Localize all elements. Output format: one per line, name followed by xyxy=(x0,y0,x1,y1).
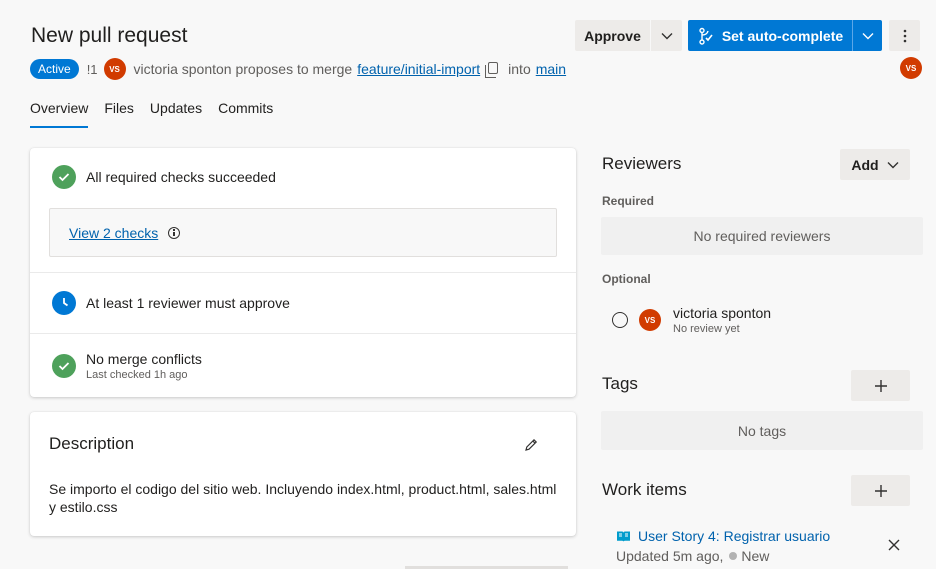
edit-pencil-icon[interactable] xyxy=(523,437,539,453)
tab-files[interactable]: Files xyxy=(104,100,134,126)
reviewer-item: VS victoria sponton No review yet xyxy=(612,305,771,335)
success-check-icon xyxy=(52,165,76,189)
avatar[interactable]: VS xyxy=(639,309,661,331)
merge-conflicts-row: No merge conflicts Last checked 1h ago xyxy=(30,351,576,381)
copy-icon[interactable] xyxy=(485,62,499,78)
reviewer-policy-row: At least 1 reviewer must approve xyxy=(30,291,576,315)
status-checks-card: All required checks succeeded View 2 che… xyxy=(30,148,576,397)
description-card: Description Se importo el codigo del sit… xyxy=(30,412,576,536)
tab-commits[interactable]: Commits xyxy=(218,100,273,126)
work-item-title: User Story 4: Registrar usuario xyxy=(638,528,831,544)
set-autocomplete-button[interactable]: Set auto-complete xyxy=(688,27,852,45)
review-status-radio xyxy=(612,312,628,328)
last-checked-text: Last checked 1h ago xyxy=(86,369,188,381)
approve-button[interactable]: Approve xyxy=(575,28,650,44)
chevron-down-icon xyxy=(661,32,672,39)
tags-box: No tags xyxy=(601,411,923,450)
work-items-title: Work items xyxy=(602,480,687,499)
required-reviewers-box: No required reviewers xyxy=(601,217,923,255)
tab-bar: Overview Files Updates Commits xyxy=(30,100,289,128)
close-icon xyxy=(888,539,900,551)
work-item-state: New xyxy=(741,548,770,564)
reviewer-policy-text: At least 1 reviewer must approve xyxy=(86,295,290,311)
add-reviewer-button[interactable]: Add xyxy=(840,149,910,180)
work-item-updated: Updated 5m ago, xyxy=(616,548,724,564)
work-item-meta: Updated 5m ago, New xyxy=(616,548,830,564)
work-item-link[interactable]: User Story 4: Registrar usuario xyxy=(616,528,830,544)
pr-subline: Active !1 VS victoria sponton proposes t… xyxy=(30,57,566,81)
description-title: Description xyxy=(49,434,135,453)
autocomplete-options-button[interactable] xyxy=(853,32,882,40)
reviewers-title: Reviewers xyxy=(602,154,682,173)
proposal-text: victoria sponton proposes to merge xyxy=(133,61,353,77)
tab-overview[interactable]: Overview xyxy=(30,100,89,128)
autocomplete-icon xyxy=(699,27,713,45)
view-checks-link[interactable]: View 2 checks xyxy=(69,225,158,241)
add-tag-button[interactable] xyxy=(851,370,910,401)
user-story-icon xyxy=(617,531,630,542)
chevron-down-icon xyxy=(887,161,899,168)
required-checks-row: All required checks succeeded xyxy=(30,165,576,189)
divider xyxy=(30,272,576,273)
target-branch-link[interactable]: main xyxy=(536,61,566,77)
remove-work-item-button[interactable] xyxy=(886,537,902,558)
reviewer-name[interactable]: victoria sponton xyxy=(673,305,771,321)
chevron-down-icon xyxy=(862,32,873,39)
merge-conflicts-text: No merge conflicts xyxy=(86,351,202,367)
more-vertical-icon xyxy=(903,29,906,42)
status-badge: Active xyxy=(30,59,79,79)
approve-options-button[interactable] xyxy=(651,32,682,40)
approve-button-group: Approve xyxy=(575,20,682,51)
add-reviewer-label: Add xyxy=(851,156,879,173)
tab-updates[interactable]: Updates xyxy=(150,100,202,126)
plus-icon xyxy=(874,484,887,497)
pr-id: !1 xyxy=(86,61,98,77)
success-check-icon xyxy=(52,354,76,378)
view-checks-box: View 2 checks xyxy=(49,208,557,257)
state-dot-icon xyxy=(729,552,738,560)
clock-icon xyxy=(52,291,76,315)
avatar[interactable]: VS xyxy=(103,58,126,80)
user-avatar[interactable]: VS xyxy=(900,57,922,79)
autocomplete-label: Set auto-complete xyxy=(721,27,844,44)
divider xyxy=(30,333,576,334)
optional-label: Optional xyxy=(602,272,651,286)
page-title: New pull request xyxy=(31,24,188,47)
info-icon[interactable] xyxy=(168,226,181,239)
required-label: Required xyxy=(602,194,655,208)
into-text: into xyxy=(508,61,531,77)
description-text: Se importo el codigo del sitio web. Incl… xyxy=(49,481,557,515)
required-checks-text: All required checks succeeded xyxy=(86,169,276,185)
reviewer-status: No review yet xyxy=(673,323,740,335)
work-item: User Story 4: Registrar usuario Updated … xyxy=(616,528,830,564)
plus-icon xyxy=(874,379,887,392)
more-actions-button[interactable] xyxy=(889,20,920,51)
tags-title: Tags xyxy=(602,374,638,393)
add-work-item-button[interactable] xyxy=(851,475,910,506)
source-branch-link[interactable]: feature/initial-import xyxy=(357,61,480,77)
autocomplete-button-group: Set auto-complete xyxy=(688,20,882,51)
